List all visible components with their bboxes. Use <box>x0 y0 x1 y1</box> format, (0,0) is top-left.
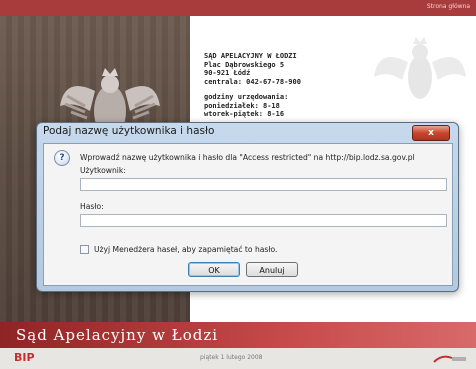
court-name-banner: Sąd Apelacyjny w Łodzi <box>16 326 219 344</box>
phone-line: centrala: 042-67-78-900 <box>204 77 301 86</box>
hours-monday: poniedziałek: 8-18 <box>204 101 280 110</box>
auth-dialog: Podaj nazwę użytkownika i hasło x ? Wpro… <box>36 122 459 292</box>
dialog-title: Podaj nazwę użytkownika i hasło <box>43 125 215 137</box>
remember-password-label[interactable]: Użyj Menedżera haseł, aby zapamiętać to … <box>94 245 277 254</box>
question-icon: ? <box>54 150 70 166</box>
eagle-logo <box>374 37 466 99</box>
username-input[interactable] <box>80 178 447 191</box>
password-input[interactable] <box>80 214 447 227</box>
dialog-message: Wprowadź nazwę użytkownika i hasło dla "… <box>80 153 415 162</box>
username-label: Użytkownik: <box>80 166 126 175</box>
hours-heading: godziny urzędowania: <box>204 93 289 101</box>
court-contact-info: SĄD APELACYJNY W ŁODZI Plac Dąbrowskiego… <box>204 52 301 119</box>
home-link[interactable]: Strona główna <box>427 3 470 10</box>
top-bar: Strona główna <box>0 0 476 16</box>
cancel-button[interactable]: Anuluj <box>246 262 298 277</box>
close-icon: x <box>428 128 434 138</box>
bottom-bar: BIP piątek 1 lutego 2008 <box>0 348 476 369</box>
password-label: Hasło: <box>80 202 104 211</box>
partner-logo[interactable] <box>432 352 468 364</box>
footer-banner: Sąd Apelacyjny w Łodzi <box>0 322 476 348</box>
remember-password-checkbox[interactable] <box>80 245 89 254</box>
address-city: 90-921 Łódź <box>204 69 251 77</box>
dialog-titlebar[interactable]: Podaj nazwę użytkownika i hasło x <box>37 123 458 141</box>
court-name-line: SĄD APELACYJNY W ŁODZI <box>204 52 297 60</box>
address-street: Plac Dąbrowskiego 5 <box>204 60 285 69</box>
close-button[interactable]: x <box>412 125 450 141</box>
dialog-body: ? Wprowadź nazwę użytkownika i hasło dla… <box>43 143 453 286</box>
hours-tue-fri: wtorek-piątek: 8-16 <box>204 110 285 118</box>
ok-button[interactable]: OK <box>188 262 240 277</box>
browser-page: Strona główna SĄD APELACYJNY W ŁODZI Pla… <box>0 0 476 369</box>
current-date: piątek 1 lutego 2008 <box>200 354 263 361</box>
bip-logo[interactable]: BIP <box>14 351 35 364</box>
